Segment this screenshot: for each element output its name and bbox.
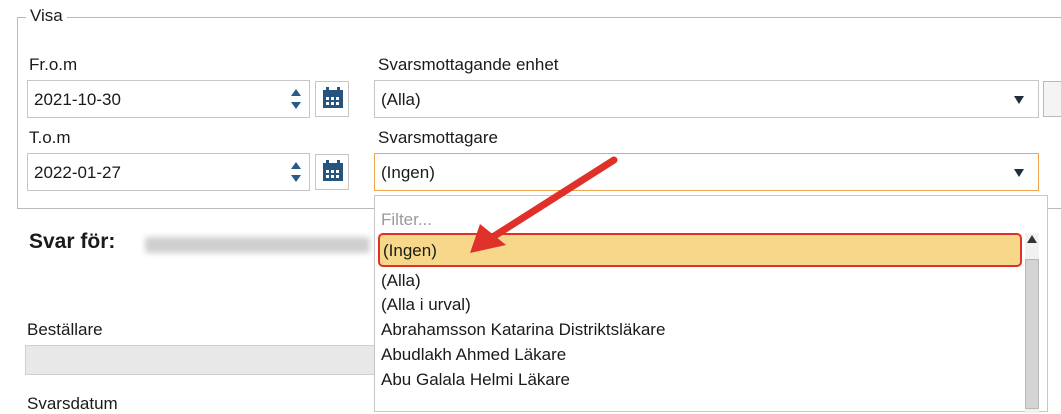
- unit-label: Svarsmottagande enhet: [378, 55, 559, 74]
- recipient-chevron-down-icon: [1014, 169, 1024, 177]
- list-item-selected-label: (Ingen): [383, 241, 437, 260]
- list-item[interactable]: Abudlakh Ahmed Läkare: [381, 343, 566, 367]
- to-calendar-icon[interactable]: [315, 154, 349, 190]
- bestallare-field: [25, 345, 375, 375]
- svar-for-label: Svar för:: [29, 230, 116, 253]
- recipient-select-value: (Ingen): [381, 163, 435, 182]
- list-item[interactable]: Abu Galala Helmi Läkare: [381, 368, 570, 392]
- unit-select-value: (Alla): [381, 90, 421, 109]
- from-date-label: Fr.o.m: [29, 55, 78, 74]
- svarsdatum-label: Svarsdatum: [27, 394, 118, 413]
- from-calendar-icon[interactable]: [315, 81, 349, 117]
- filter-input[interactable]: Filter...: [381, 210, 432, 230]
- to-date-spinner[interactable]: [291, 160, 301, 184]
- to-date-input[interactable]: 2022-01-27: [27, 153, 310, 191]
- dropdown-scrollbar[interactable]: [1025, 233, 1039, 413]
- to-date-value: 2022-01-27: [34, 163, 121, 182]
- visa-legend: Visa: [26, 6, 67, 26]
- unit-select[interactable]: (Alla): [374, 80, 1039, 118]
- list-item[interactable]: (Alla i urval): [381, 293, 471, 317]
- from-date-value: 2021-10-30: [34, 90, 121, 109]
- to-date-label: T.o.m: [29, 128, 71, 147]
- from-date-input[interactable]: 2021-10-30: [27, 80, 310, 118]
- list-item[interactable]: Abrahamsson Katarina Distriktsläkare: [381, 318, 665, 342]
- from-date-spinner[interactable]: [291, 87, 301, 111]
- recipient-label: Svarsmottagare: [378, 128, 498, 147]
- unit-chevron-down-icon: [1014, 96, 1024, 104]
- list-item[interactable]: (Alla): [381, 269, 421, 293]
- unit-side-button[interactable]: [1043, 81, 1061, 117]
- redacted-patient-id: [145, 237, 370, 253]
- scroll-up-icon[interactable]: [1027, 235, 1037, 243]
- annotation-arrow-icon: [470, 156, 618, 253]
- bestallare-label: Beställare: [27, 320, 103, 339]
- scroll-thumb[interactable]: [1025, 259, 1039, 409]
